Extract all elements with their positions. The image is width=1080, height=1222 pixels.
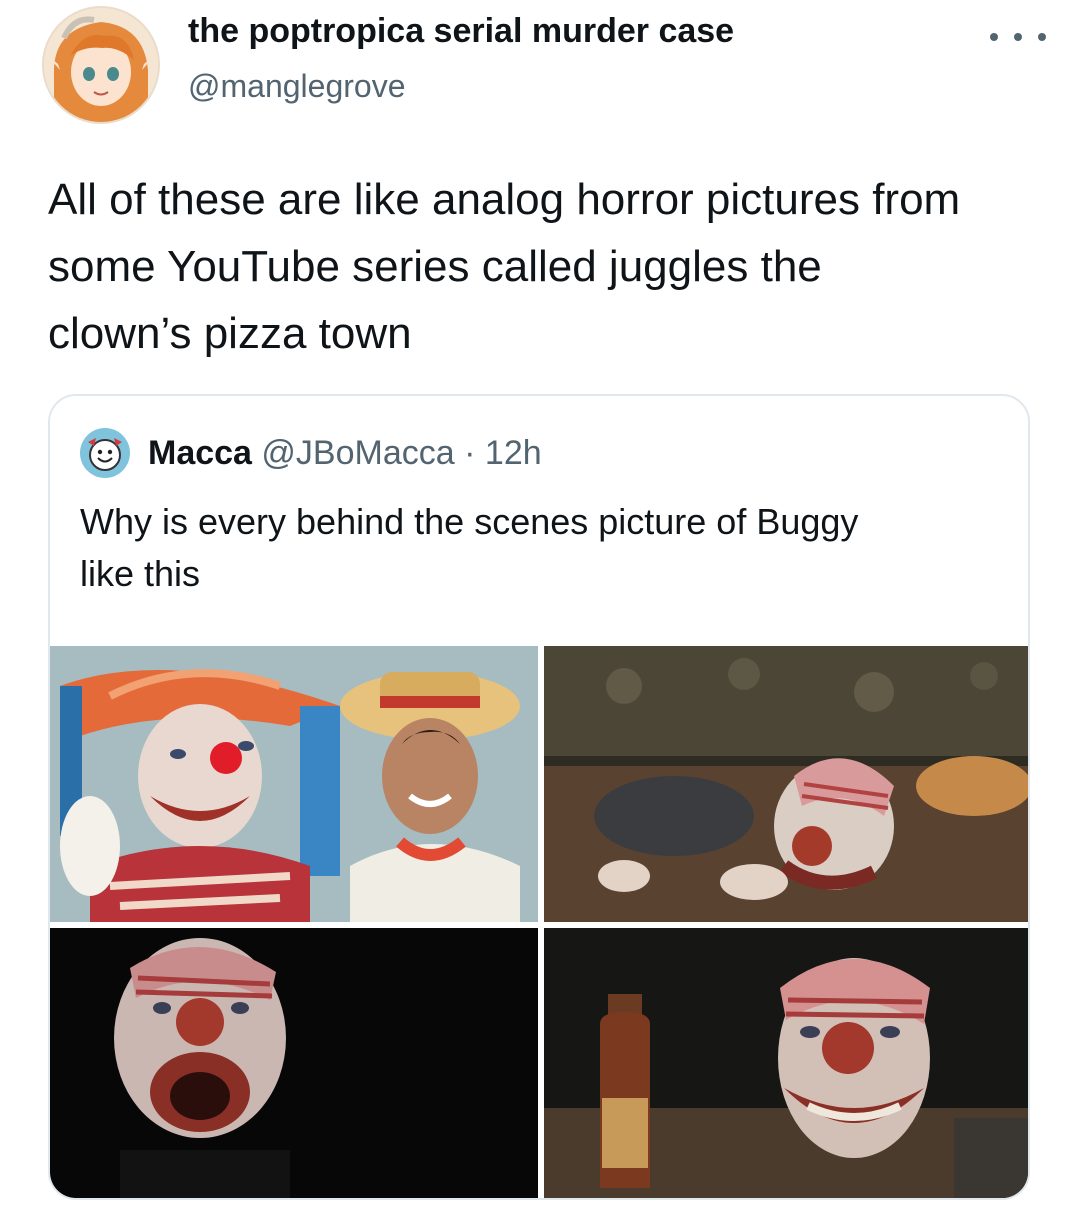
dot — [990, 33, 998, 41]
quoted-author-handle[interactable]: @JBoMacca — [261, 434, 454, 472]
author-display-name[interactable]: the poptropica serial murder case — [188, 10, 734, 52]
photo-clown-applying-makeup[interactable] — [544, 646, 1028, 922]
photo-clown-mouth-open-dark[interactable] — [50, 928, 538, 1198]
photo-clown-with-bottle[interactable] — [544, 928, 1028, 1198]
tweet: the poptropica serial murder case @mangl… — [0, 0, 1080, 1222]
author-handle[interactable]: @manglegrove — [188, 66, 405, 106]
author-avatar[interactable] — [42, 6, 160, 124]
quoted-tweet-text: Why is every behind the scenes picture o… — [80, 501, 859, 594]
dot — [1038, 33, 1046, 41]
quoted-timestamp[interactable]: 12h — [485, 434, 542, 472]
dot — [1014, 33, 1022, 41]
photo-clown-with-straw-hat-friend[interactable] — [50, 646, 538, 922]
quoted-header: Macca @JBoMacca · 12h — [148, 432, 542, 474]
quoted-tweet[interactable]: Macca @JBoMacca · 12h Why is every behin… — [48, 394, 1030, 1200]
quoted-author-avatar[interactable] — [80, 428, 130, 478]
more-horizontal-icon[interactable] — [990, 22, 1046, 52]
quoted-author-name[interactable]: Macca — [148, 434, 252, 472]
media-grid — [50, 646, 1028, 1198]
tweet-text: All of these are like analog horror pict… — [48, 175, 961, 358]
separator-dot: · — [464, 434, 476, 472]
